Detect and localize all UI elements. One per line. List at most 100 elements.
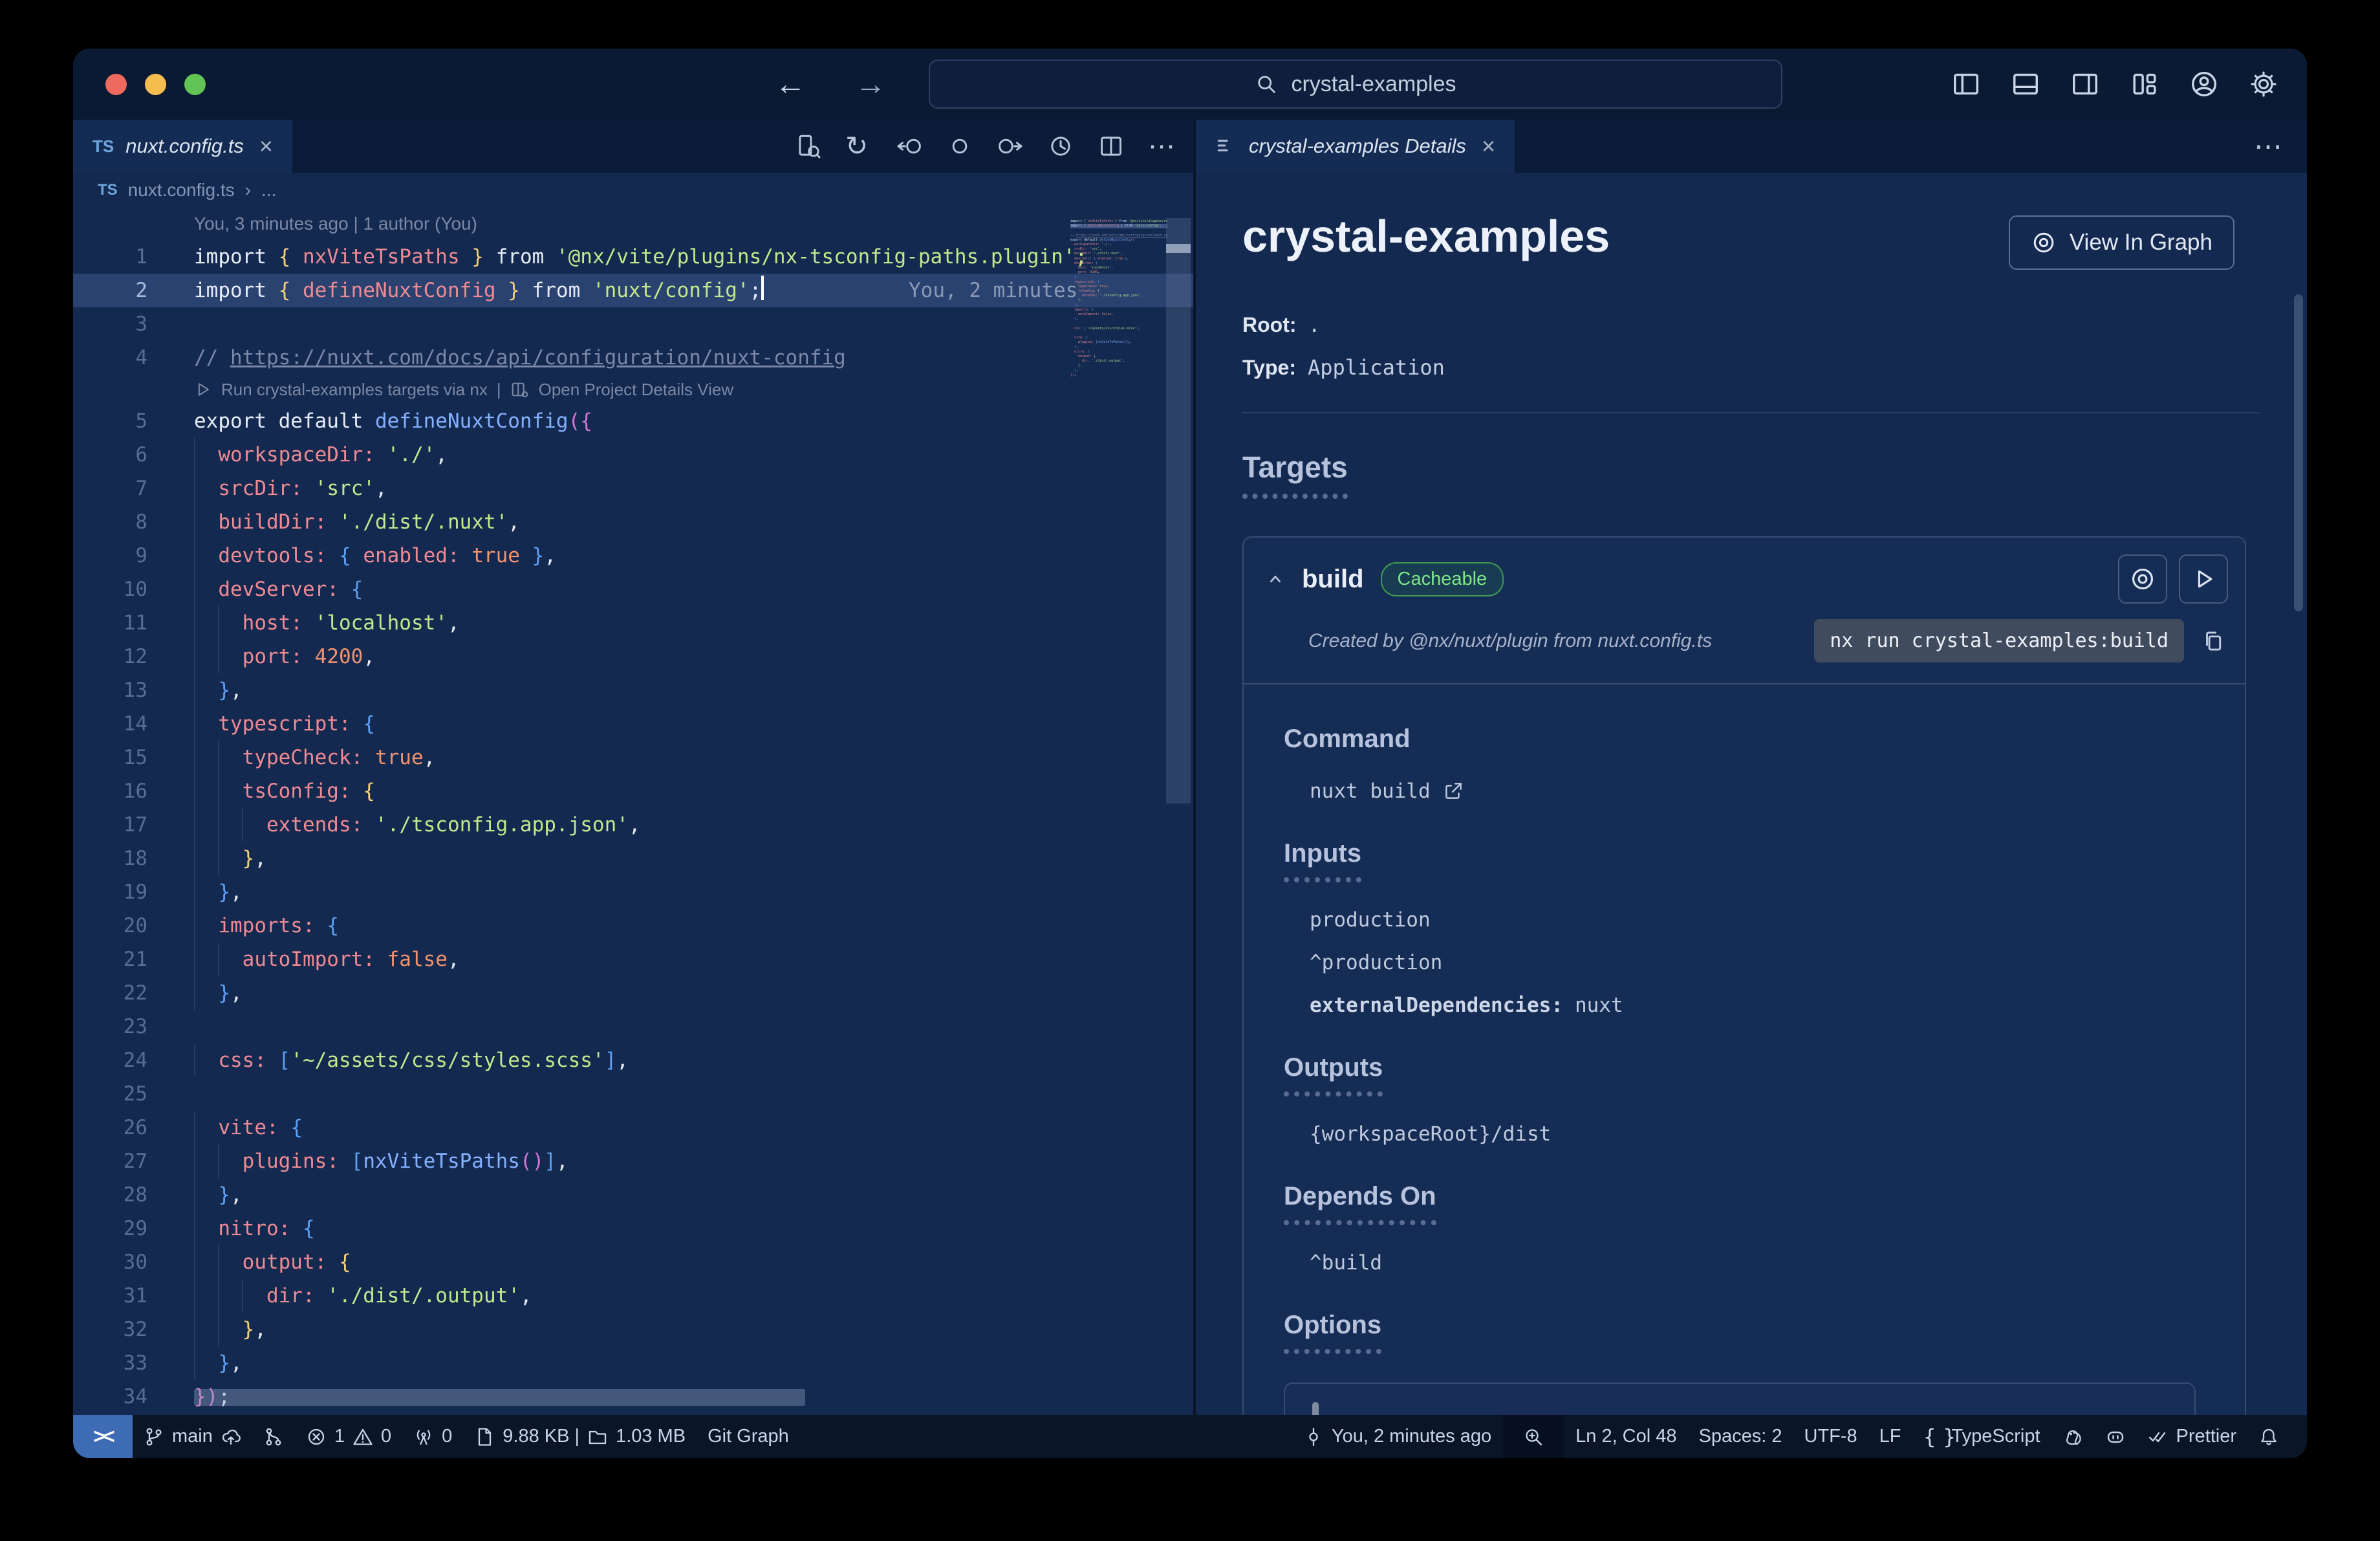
minimize-window-button[interactable]	[145, 73, 166, 95]
go-forward-button[interactable]: →	[855, 67, 886, 102]
view-target-in-graph-button[interactable]	[2118, 554, 2167, 604]
statusbar-prettier[interactable]: Prettier	[2137, 1415, 2247, 1458]
details-view-icon[interactable]	[510, 380, 530, 399]
statusbar-copilot[interactable]	[2094, 1415, 2137, 1458]
line-number: 19	[123, 880, 147, 904]
statusbar-git-graph[interactable]: Git Graph	[697, 1415, 800, 1458]
codelens-open-details-link[interactable]: Open Project Details View	[539, 375, 734, 404]
close-window-button[interactable]	[105, 73, 127, 95]
previous-change-icon[interactable]	[896, 133, 923, 160]
run-icon[interactable]	[194, 380, 212, 399]
tab-nuxt-config[interactable]: TS nuxt.config.ts ×	[73, 120, 292, 173]
remote-indicator[interactable]: ><	[73, 1415, 133, 1458]
statusbar-cursor-position[interactable]: Ln 2, Col 48	[1564, 1415, 1687, 1458]
copy-icon[interactable]	[2201, 629, 2225, 653]
breadcrumb[interactable]: TS nuxt.config.ts › ...	[73, 173, 1193, 208]
file-icon	[474, 1426, 495, 1447]
statusbar-eol[interactable]: LF	[1868, 1415, 1912, 1458]
line-number: 7	[135, 477, 147, 500]
title-bar: ← → crystal-examples	[73, 49, 2307, 120]
code-line-17: 17 extends: './tsconfig.app.json',	[73, 808, 1193, 842]
layout-panel-icon[interactable]	[2011, 69, 2040, 99]
section-item: production	[1310, 908, 1431, 932]
discard-icon[interactable]: ↻	[845, 133, 872, 160]
statusbar-squirrel-ext[interactable]	[2051, 1415, 2094, 1458]
statusbar-source-control-graph[interactable]	[252, 1415, 295, 1458]
section-heading: Depends On	[1284, 1182, 1436, 1225]
code-line-6: 6 workspaceDir: './',	[73, 438, 1193, 472]
layout-sidebar-left-icon[interactable]	[1951, 69, 1981, 99]
code-line-1: 1 import { nxViteTsPaths } from '@nx/vite…	[73, 240, 1193, 274]
layout-sidebar-right-icon[interactable]	[2070, 69, 2100, 99]
editor-horizontal-scrollbar[interactable]	[194, 1389, 805, 1406]
code-line-30: 30 output: {	[73, 1245, 1193, 1279]
code-line-16: 16 tsConfig: {	[73, 774, 1193, 808]
run-command-chip: nx run crystal-examples:build	[1814, 619, 2184, 662]
next-change-icon[interactable]	[997, 133, 1024, 160]
code-line-11: 11 host: 'localhost',	[73, 606, 1193, 640]
options-json-editor[interactable]: { "cwd": "."}	[1284, 1383, 2196, 1415]
close-tab-icon[interactable]: ×	[259, 133, 273, 160]
line-number: 4	[135, 346, 147, 369]
details-editor-group: crystal-examples Details × ⋯ crystal-exa…	[1196, 120, 2307, 1415]
tab-project-details[interactable]: crystal-examples Details ×	[1196, 120, 1515, 173]
breadcrumb-file[interactable]: nuxt.config.ts	[128, 180, 235, 201]
section-item[interactable]: nuxt build	[1310, 780, 2219, 803]
split-editor-icon[interactable]	[1098, 133, 1125, 160]
more-actions-icon[interactable]: ⋯	[2254, 130, 2307, 163]
line-number: 18	[123, 847, 147, 870]
code-editor[interactable]: You, 3 minutes ago | 1 author (You) 1 impo…	[73, 208, 1193, 1415]
statusbar-zoom-status[interactable]	[1502, 1415, 1565, 1458]
section-heading: Options	[1284, 1311, 1382, 1354]
code-line-5: 5 export default defineNuxtConfig({	[73, 404, 1193, 438]
run-target-button[interactable]	[2179, 554, 2228, 604]
commit-icon	[1303, 1426, 1324, 1447]
statusbar-indentation[interactable]: Spaces: 2	[1688, 1415, 1793, 1458]
view-in-graph-button[interactable]: View In Graph	[2008, 215, 2234, 270]
minimap[interactable]: import { nxViteTsPaths } from '@nx/vite/…	[1070, 219, 1167, 378]
line-number: 6	[135, 443, 147, 466]
statusbar-ports[interactable]: 0	[402, 1415, 463, 1458]
more-actions-icon[interactable]: ⋯	[1148, 133, 1175, 160]
editor-actions: ↻ ⋯	[795, 120, 1193, 173]
panel-scrollbar[interactable]	[2294, 294, 2303, 611]
statusbar-notifications[interactable]	[2247, 1415, 2290, 1458]
section-divider	[1242, 412, 2260, 413]
statusbar-branch-status[interactable]: main	[133, 1415, 252, 1458]
line-number: 24	[123, 1049, 147, 1072]
code-line-4: 4// https://nuxt.com/docs/api/configurat…	[73, 341, 1193, 375]
statusbar-blame-status[interactable]: You, 2 minutes ago	[1292, 1415, 1502, 1458]
statusbar-file-size[interactable]: 9.88 KB | 1.03 MB	[463, 1415, 697, 1458]
statusbar-language-mode[interactable]: { } TypeScript	[1912, 1415, 2051, 1458]
root-label: Root:	[1242, 313, 1297, 336]
statusbar-problems[interactable]: 10	[295, 1415, 402, 1458]
go-back-button[interactable]: ←	[775, 67, 806, 102]
current-change-icon[interactable]	[946, 133, 973, 160]
statusbar-encoding[interactable]: UTF-8	[1793, 1415, 1868, 1458]
open-changes-icon[interactable]	[795, 133, 822, 160]
layout-customize-icon[interactable]	[2130, 69, 2159, 99]
codelens-run-link[interactable]: Run crystal-examples targets via nx	[221, 375, 488, 404]
chevron-up-icon[interactable]	[1266, 569, 1285, 589]
line-number: 2	[135, 279, 147, 302]
breadcrumb-more[interactable]: ...	[261, 180, 276, 201]
maximize-window-button[interactable]	[184, 73, 206, 95]
line-number: 11	[123, 611, 147, 635]
cacheable-badge: Cacheable	[1380, 562, 1504, 596]
close-tab-icon[interactable]: ×	[1482, 133, 1495, 160]
code-line-15: 15 typeCheck: true,	[73, 741, 1193, 774]
target-card-header[interactable]: build Cacheable	[1244, 538, 2245, 609]
command-center-search[interactable]: crystal-examples	[929, 60, 1782, 109]
account-icon[interactable]	[2189, 69, 2219, 99]
code-line-27: 27 plugins: [nxViteTsPaths()],	[73, 1144, 1193, 1178]
settings-gear-icon[interactable]	[2249, 69, 2278, 99]
external-link-icon[interactable]	[1442, 780, 1464, 802]
line-number: 9	[135, 544, 147, 567]
line-number: 32	[123, 1318, 147, 1341]
text-cursor	[761, 276, 764, 300]
editor-group: TS nuxt.config.ts × ↻ ⋯ TS nuxt.config.ts…	[73, 120, 1193, 1415]
line-number: 16	[123, 780, 147, 803]
editor-vertical-scrollbar[interactable]	[1166, 218, 1191, 803]
line-number: 21	[123, 948, 147, 971]
timeline-icon[interactable]	[1047, 133, 1074, 160]
